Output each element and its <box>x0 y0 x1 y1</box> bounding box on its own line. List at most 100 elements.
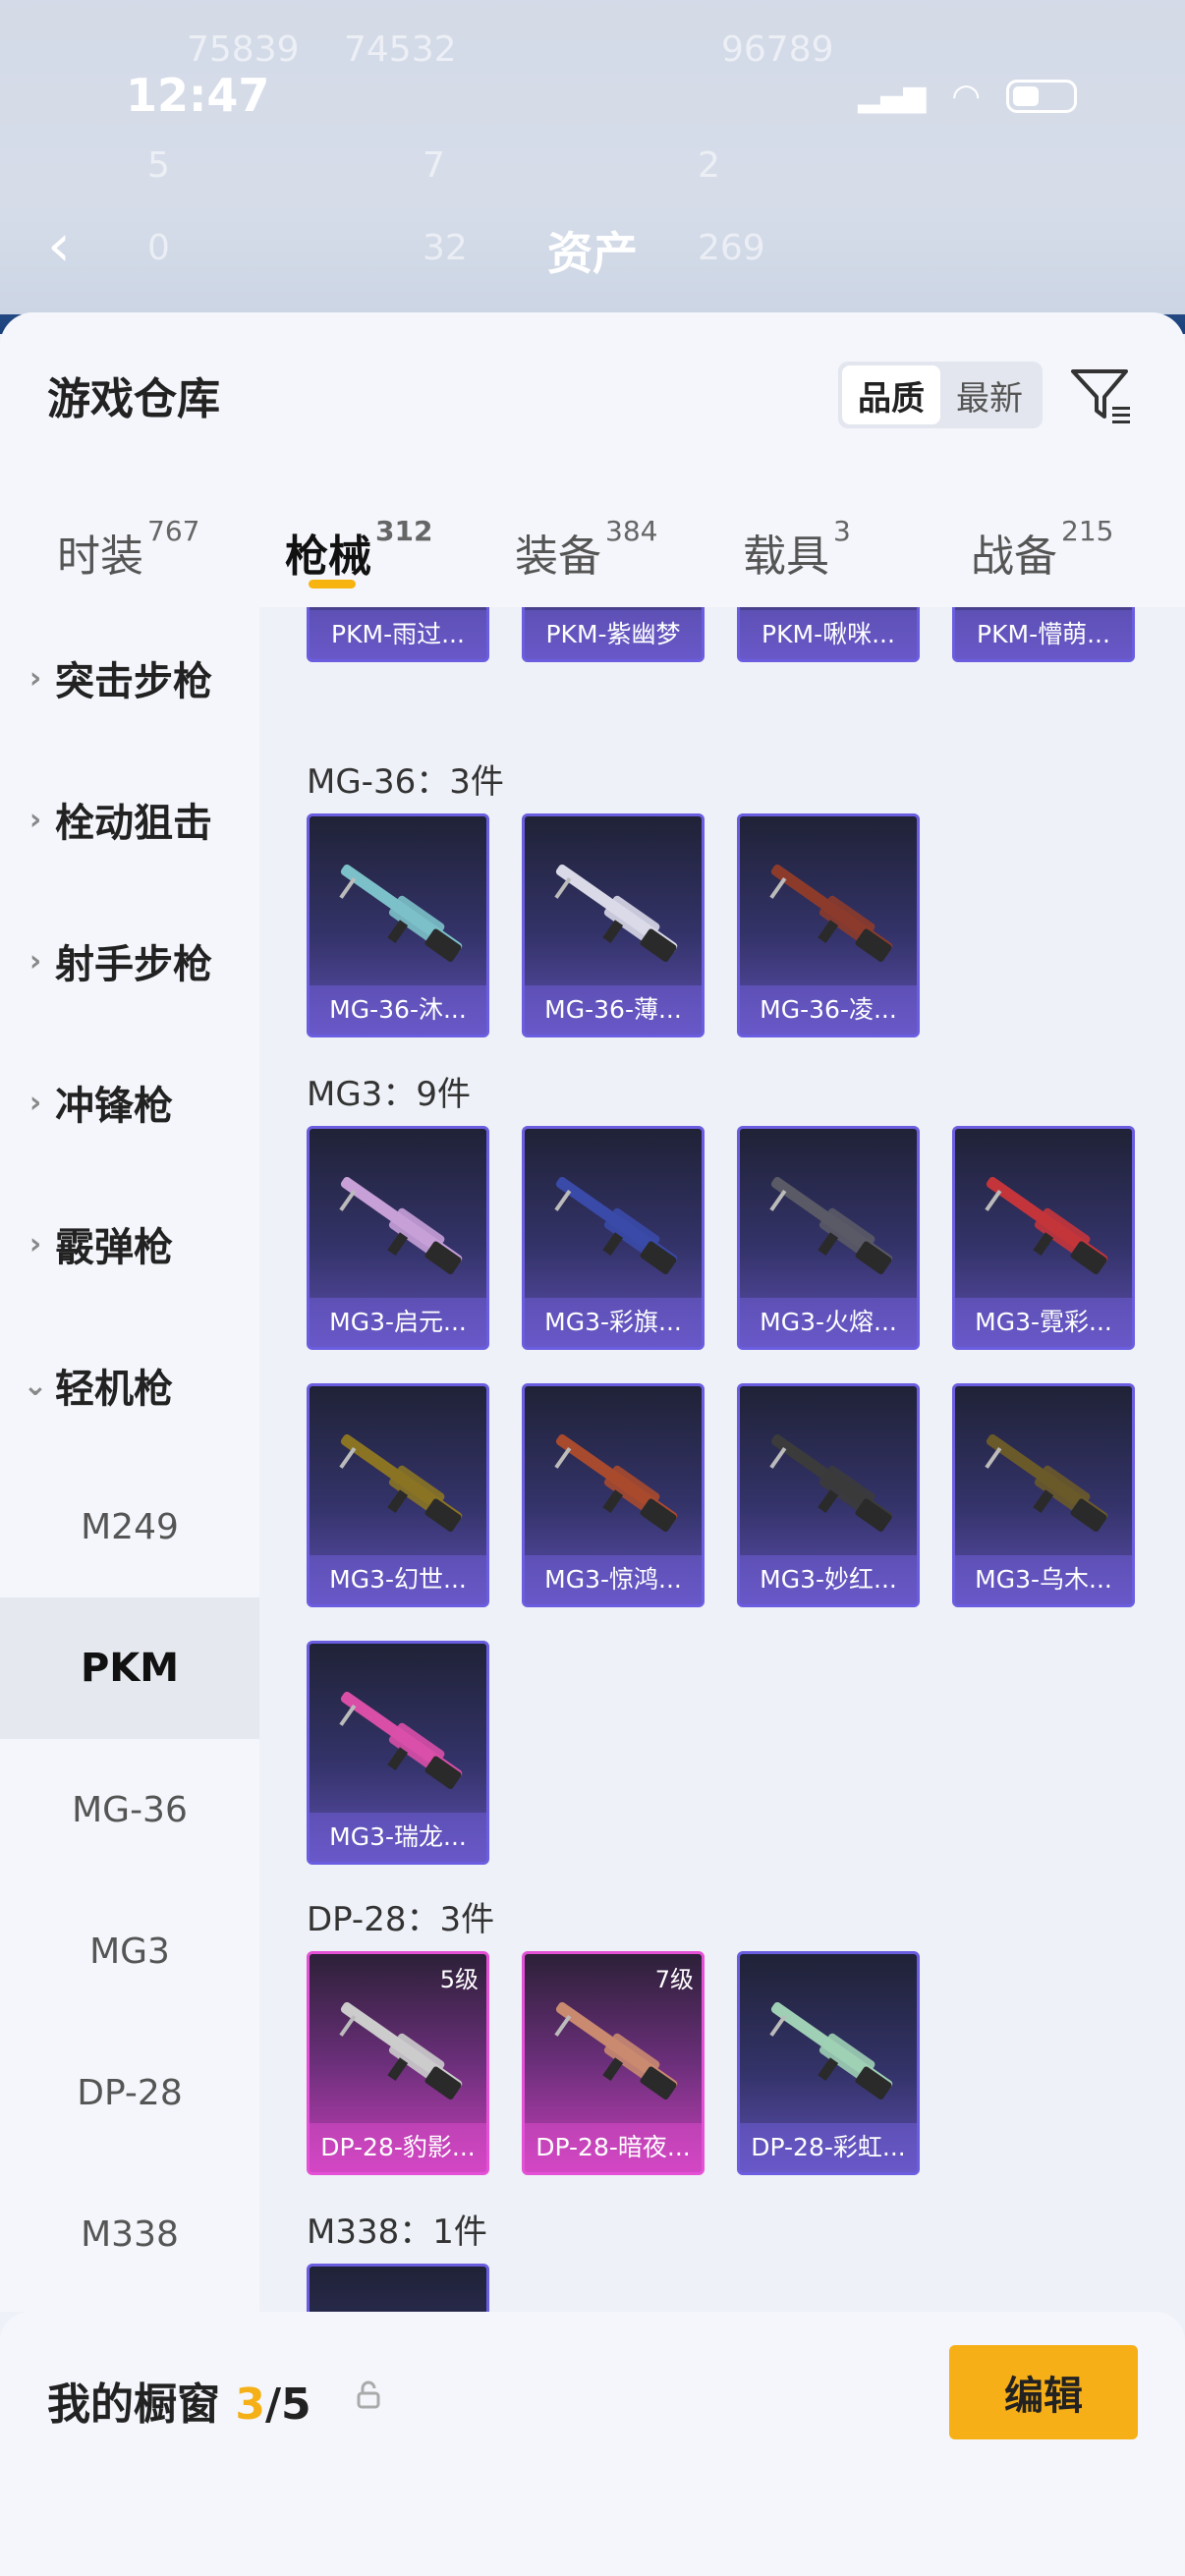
item-name: MG3-霓彩... <box>955 1298 1132 1347</box>
item-card[interactable]: MG3-妙红... <box>737 1383 920 1607</box>
item-card[interactable]: PKM-雨过... <box>307 607 489 662</box>
weapon-icon <box>554 1176 678 1274</box>
tab-count: 3 <box>833 515 851 547</box>
item-card[interactable]: 5级 DP-28-豹影... <box>307 1951 489 2175</box>
group-label: M338：1件 <box>307 2212 487 2252</box>
sidebar-subitem-mg36[interactable]: MG-36 <box>0 1739 259 1880</box>
tab-indicator <box>309 580 356 588</box>
sidebar-subitem-dp28[interactable]: DP-28 <box>0 2022 259 2163</box>
group-label: DP-28：3件 <box>307 1900 495 1939</box>
tab-label: 载具 <box>743 532 829 582</box>
chevron-right-icon: › <box>28 660 42 696</box>
item-name: DP-28-豹影... <box>310 2123 486 2172</box>
item-name: MG-36-薄... <box>525 985 702 1035</box>
item-name: MG3-启元... <box>310 1298 486 1347</box>
tab-label: 战备 <box>971 532 1057 582</box>
sidebar-item-label: 栓动狙击 <box>55 801 212 846</box>
sidebar-item-assault-rifle[interactable]: › 突击步枪 <box>0 607 259 749</box>
chevron-right-icon: › <box>28 802 42 837</box>
edit-button[interactable]: 编辑 <box>949 2345 1138 2439</box>
background-header: 75839 74532 96789 5 7 2 0 32 269 12:47 ▂… <box>0 0 1185 334</box>
weapon-icon <box>339 2001 463 2100</box>
tab-firearms[interactable]: 枪械312 <box>285 515 432 584</box>
showcase-label: 我的橱窗 3/5 <box>47 2369 311 2432</box>
item-name: MG3-妙红... <box>740 1555 917 1604</box>
item-card[interactable]: MG3-霓彩... <box>952 1126 1135 1350</box>
item-name: DP-28-彩虹... <box>740 2123 917 2172</box>
item-card[interactable]: MG3-火熔... <box>737 1126 920 1350</box>
bg-faint-text: 5 <box>147 145 170 186</box>
chevron-down-icon: ⌄ <box>23 1368 48 1403</box>
item-card[interactable]: MG-36-凌... <box>737 813 920 1037</box>
item-card[interactable]: MG-36-沐... <box>307 813 489 1037</box>
weapon-icon <box>985 1433 1108 1532</box>
sort-toggle: 品质 最新 <box>838 362 1043 428</box>
bg-faint-text: 7 <box>423 145 445 186</box>
item-card[interactable]: MG3-彩旗... <box>522 1126 705 1350</box>
sidebar-subitem-m249[interactable]: M249 <box>0 1456 259 1597</box>
battery-icon <box>1006 80 1077 113</box>
sidebar-item-label: 轻机枪 <box>55 1367 173 1412</box>
item-card[interactable]: PKM-紫幽梦 <box>522 607 705 662</box>
bg-faint-text: 2 <box>698 145 720 186</box>
weapon-icon <box>769 1433 893 1532</box>
item-card[interactable]: MG3-启元... <box>307 1126 489 1350</box>
item-name: DP-28-暗夜... <box>525 2123 702 2172</box>
filter-icon[interactable] <box>1069 364 1134 428</box>
sidebar-item-lmg[interactable]: ⌄ 轻机枪 <box>0 1315 259 1456</box>
tab-label: 枪械 <box>285 532 371 582</box>
item-name: MG-36-凌... <box>740 985 917 1035</box>
sheet-header: 游戏仓库 品质 最新 时装767 枪械312 装备384 载具3 战备215 <box>0 312 1185 607</box>
sidebar-item-marksman-rifle[interactable]: › 射手步枪 <box>0 890 259 1032</box>
sidebar-subitem-mg3[interactable]: MG3 <box>0 1880 259 2022</box>
category-tabs: 时装767 枪械312 装备384 载具3 战备215 <box>0 499 1185 597</box>
item-card[interactable]: MG3-瑞龙... <box>307 1641 489 1865</box>
sidebar-item-smg[interactable]: › 冲锋枪 <box>0 1032 259 1173</box>
tab-count: 215 <box>1061 515 1114 547</box>
item-name: MG3-彩旗... <box>525 1298 702 1347</box>
item-card[interactable]: 7级 DP-28-暗夜... <box>522 1951 705 2175</box>
weapon-icon <box>339 1433 463 1532</box>
weapon-icon <box>985 1176 1108 1274</box>
item-grid: PKM-雨过... PKM-紫幽梦 PKM-啾咪... PKM-懵萌... MG-36：… <box>259 607 1185 2312</box>
tab-fashion[interactable]: 时装767 <box>57 515 199 584</box>
page-title: 资产 <box>547 227 638 280</box>
sidebar-item-label: 突击步枪 <box>55 659 212 704</box>
sidebar-subitem-pkm[interactable]: PKM <box>0 1597 259 1739</box>
item-card[interactable]: PKM-啾咪... <box>737 607 920 662</box>
warehouse-sheet: 游戏仓库 品质 最新 时装767 枪械312 装备384 载具3 战备215 ›… <box>0 312 1185 2576</box>
weapon-icon <box>339 1691 463 1789</box>
weapon-icon <box>769 864 893 962</box>
tab-tactical[interactable]: 战备215 <box>971 515 1113 584</box>
sort-option-quality[interactable]: 品质 <box>842 365 940 424</box>
wifi-icon: ◠ <box>951 77 981 116</box>
item-card[interactable]: MG3-惊鸿... <box>522 1383 705 1607</box>
group-label: MG3：9件 <box>307 1075 471 1114</box>
bg-faint-text: 75839 <box>187 29 300 70</box>
showcase-footer: 我的橱窗 3/5 编辑 <box>0 2312 1185 2576</box>
weapon-icon <box>339 1176 463 1274</box>
item-card[interactable]: DP-28-彩虹... <box>737 1951 920 2175</box>
item-name: MG3-火熔... <box>740 1298 917 1347</box>
lock-icon <box>357 2380 380 2409</box>
tab-vehicles[interactable]: 载具3 <box>743 515 851 584</box>
item-card[interactable]: PKM-懵萌... <box>952 607 1135 662</box>
status-icons: ▂▄▆ ◠ <box>858 77 1077 116</box>
sidebar-item-label: 射手步枪 <box>55 942 212 987</box>
weapon-icon <box>339 864 463 962</box>
item-card[interactable]: MG3-乌木... <box>952 1383 1135 1607</box>
sidebar-item-shotgun[interactable]: › 霰弹枪 <box>0 1173 259 1315</box>
sidebar-item-label: 冲锋枪 <box>55 1084 173 1129</box>
level-badge: 5级 <box>439 1966 479 1993</box>
sidebar-subitem-m338[interactable]: M338 <box>0 2163 259 2305</box>
item-card[interactable]: MG-36-薄... <box>522 813 705 1037</box>
item-card[interactable] <box>307 2264 489 2312</box>
tab-count: 767 <box>147 515 200 547</box>
item-name: PKM-懵萌... <box>955 610 1132 659</box>
sort-option-newest[interactable]: 最新 <box>940 365 1039 424</box>
tab-equipment[interactable]: 装备384 <box>515 515 657 584</box>
item-card[interactable]: MG3-幻世... <box>307 1383 489 1607</box>
weapon-icon <box>554 1433 678 1532</box>
showcase-count: 3 <box>235 2380 265 2430</box>
sidebar-item-bolt-sniper[interactable]: › 栓动狙击 <box>0 749 259 890</box>
